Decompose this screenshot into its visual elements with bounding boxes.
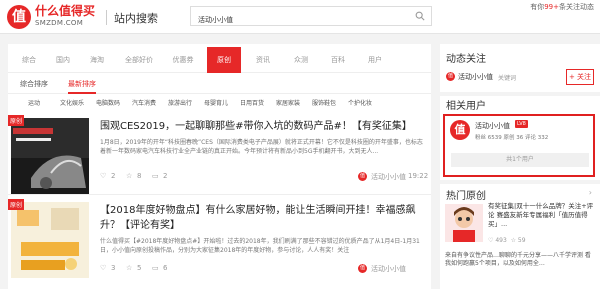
tab-users[interactable]: 用户 — [358, 47, 392, 73]
article-excerpt: 1月8日，2019年的开年“科技圈春晚”CES（国际消费类电子产品展）就将正式开… — [100, 139, 423, 155]
article-excerpt: 什么值得买【#2018年度好物盘点#】开始啦！过去的2018年，我们刷满了那些不… — [100, 238, 420, 254]
favorite-icon[interactable]: ☆ — [511, 237, 516, 244]
favorite-icon[interactable]: ☆ — [126, 172, 132, 180]
sub-cat[interactable]: 母婴育儿 — [204, 96, 228, 112]
like-icon[interactable]: ♡ — [488, 237, 493, 244]
favorite-count: 8 — [137, 172, 142, 180]
author-avatar[interactable]: 值 — [358, 264, 367, 273]
like-icon[interactable]: ♡ — [100, 172, 106, 180]
main-panel: 综合 国内 海淘 全部好价 优惠券 原创 资讯 众测 百科 用户 综合排序 最新… — [8, 44, 431, 289]
right-sidebar: 动态关注 值 活动小小值 关键词 + 关注 相关用户 值 活动小小值 LV8 粉… — [440, 44, 600, 289]
hot-like-count: 493 — [495, 237, 507, 244]
follow-title: 动态关注 — [446, 54, 486, 65]
sub-cat[interactable]: 文化娱乐 — [60, 96, 84, 112]
tab-guonei[interactable]: 国内 — [46, 47, 80, 73]
hot-title: 热门原创 — [446, 191, 486, 202]
follow-keyword: 关键词 — [498, 75, 517, 82]
user-name[interactable]: 活动小小值 — [475, 121, 510, 131]
user-stats: 粉丝 6539 原创 36 评论 332 — [475, 135, 549, 141]
tab-original[interactable]: 原创 — [207, 47, 241, 73]
comment-count: 6 — [163, 264, 168, 272]
hot-item-excerpt: 来自有争议性产品…聊聊的千元分享——八千学评测 看我如何跑赢5个项目，以及如何用… — [445, 252, 591, 267]
hot-fav-count: 59 — [517, 237, 526, 244]
original-badge: 原创 — [8, 115, 25, 126]
user-card[interactable]: 值 活动小小值 LV8 粉丝 6539 原创 36 评论 332 共1个用户 — [443, 114, 595, 177]
site-logo[interactable]: 值 — [7, 5, 31, 29]
hot-thumbnail[interactable] — [445, 204, 483, 242]
tab-wiki[interactable]: 百科 — [321, 47, 355, 73]
author-avatar[interactable]: 值 — [358, 172, 367, 181]
author-name[interactable]: 活动小小值 — [371, 264, 406, 274]
sub-cat[interactable]: 服饰鞋包 — [312, 96, 336, 112]
favorite-icon[interactable]: ☆ — [126, 264, 132, 272]
article-title[interactable]: 围观CES2019，一起聊聊那些#带你入坑的数码产品#！【有奖征集】 — [100, 119, 425, 134]
sub-cat[interactable]: 日用百货 — [240, 96, 264, 112]
user-avatar[interactable]: 值 — [450, 120, 470, 140]
article-thumbnail[interactable] — [11, 202, 89, 278]
user-count: 共1个用户 — [451, 153, 589, 167]
chevron-right-icon[interactable]: › — [589, 188, 592, 197]
top-header: 值 什么值得买 SMZDM.COM 站内搜索 有你99+条关注动态 — [0, 0, 600, 34]
level-badge: LV8 — [515, 120, 528, 128]
favorite-count: 5 — [137, 264, 142, 272]
brand-name[interactable]: 什么值得买 — [35, 5, 95, 18]
like-count: 3 — [111, 264, 116, 272]
divider — [106, 10, 107, 25]
article-thumbnail[interactable] — [11, 118, 89, 194]
article-card[interactable]: 原创 【2018年度好物盘点】有什么家居好物，能让生活瞬间开挂！幸福感飙升？【评… — [8, 199, 431, 289]
search-title: 站内搜索 — [114, 12, 158, 25]
tab-haitao[interactable]: 海淘 — [80, 47, 114, 73]
sub-category-list: 运动 文化娱乐 电脑数码 汽车消费 旅游出行 母婴育儿 日用百货 家居家装 服饰… — [8, 96, 431, 112]
user-avatar: 值 — [446, 72, 455, 81]
article-card[interactable]: 原创 围观CES2019，一起聊聊那些#带你入坑的数码产品#！【有奖征集】 1月… — [8, 115, 431, 195]
follow-notification[interactable]: 有你99+条关注动态 — [530, 2, 594, 12]
like-icon[interactable]: ♡ — [100, 264, 106, 272]
tab-test[interactable]: 众测 — [284, 47, 318, 73]
follow-user-name[interactable]: 活动小小值 — [458, 72, 493, 82]
follow-row: 值 活动小小值 关键词 + 关注 — [446, 69, 596, 87]
search-input[interactable] — [191, 11, 401, 29]
sub-cat[interactable]: 电脑数码 — [96, 96, 120, 112]
hot-item-meta: ♡ 493 ☆ 59 — [488, 237, 596, 244]
sub-cat[interactable]: 个护化妆 — [348, 96, 372, 112]
follow-box: 动态关注 值 活动小小值 关键词 + 关注 — [440, 44, 600, 92]
tab-coupons[interactable]: 优惠券 — [164, 47, 202, 73]
search-box — [190, 6, 432, 29]
search-icon[interactable] — [415, 11, 425, 21]
sub-cat[interactable]: 家居家装 — [276, 96, 300, 112]
tab-all-deals[interactable]: 全部好价 — [118, 47, 160, 73]
sort-bar: 综合排序 最新排序 — [8, 74, 431, 94]
sub-cat[interactable]: 运动 — [28, 96, 40, 112]
author-name[interactable]: 活动小小值 — [371, 172, 406, 182]
article-meta: ♡ 3 ☆ 5 ▭ 6 值 活动小小值 — [100, 264, 425, 276]
sub-cat[interactable]: 旅游出行 — [168, 96, 192, 112]
hot-original-box: 热门原创 › 有奖征集|双十一什么品牌？关注+评论 赛盛友新年专属福利「值历值得… — [440, 184, 600, 289]
comment-icon[interactable]: ▭ — [152, 172, 159, 180]
post-time: 19:22 — [408, 172, 429, 180]
category-tabs: 综合 国内 海淘 全部好价 优惠券 原创 资讯 众测 百科 用户 — [8, 47, 431, 73]
tab-news[interactable]: 资讯 — [246, 47, 280, 73]
sort-comprehensive[interactable]: 综合排序 — [20, 74, 48, 94]
hot-item-title[interactable]: 有奖征集|双十一什么品牌？关注+评论 赛盛友新年专属福利「值历值得买」... — [488, 202, 596, 229]
like-count: 2 — [111, 172, 116, 180]
brand-domain: SMZDM.COM — [35, 19, 84, 27]
sub-cat[interactable]: 汽车消费 — [132, 96, 156, 112]
related-users-box: 相关用户 值 活动小小值 LV8 粉丝 6539 原创 36 评论 332 共1… — [440, 96, 600, 180]
related-users-title: 相关用户 — [446, 101, 486, 112]
article-meta: ♡ 2 ☆ 8 ▭ 2 值 活动小小值 19:22 — [100, 172, 429, 184]
article-title[interactable]: 【2018年度好物盘点】有什么家居好物，能让生活瞬间开挂！幸福感飙升？【评论有奖… — [100, 203, 425, 233]
original-badge: 原创 — [8, 199, 25, 210]
comment-count: 2 — [163, 172, 168, 180]
tab-zonghe[interactable]: 综合 — [12, 47, 46, 73]
sort-latest[interactable]: 最新排序 — [68, 74, 96, 94]
comment-icon[interactable]: ▭ — [152, 264, 159, 272]
follow-button[interactable]: + 关注 — [566, 69, 594, 85]
